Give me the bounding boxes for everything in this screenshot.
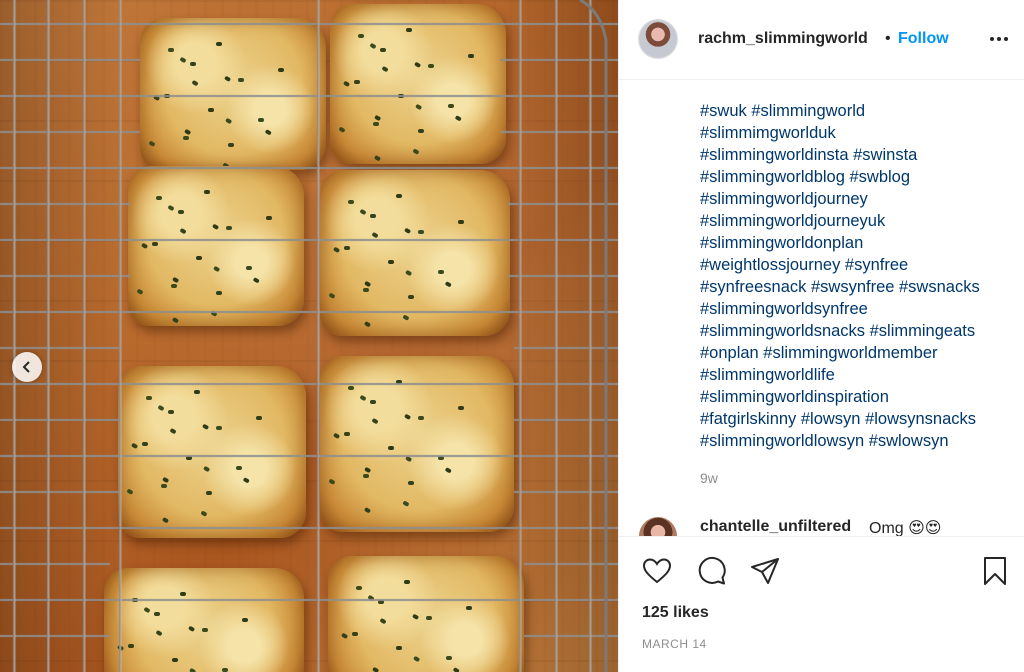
more-options-button[interactable] xyxy=(985,28,1013,50)
post-caption: #swuk #slimmingworld #slimmimgworlduk #s… xyxy=(700,100,1020,452)
post-side-panel: rachm_slimmingworld • Follow #swuk #slim… xyxy=(618,0,1024,672)
cooling-rack xyxy=(0,0,618,672)
hashtag-line[interactable]: #swuk #slimmingworld xyxy=(700,100,1020,122)
more-dot xyxy=(1004,37,1008,41)
hashtag-line[interactable]: #slimmingworldlowsyn #swlowsyn xyxy=(700,430,1020,452)
hashtag-line[interactable]: #fatgirlskinny #lowsyn #lowsynsnacks xyxy=(700,408,1020,430)
hashtag-line[interactable]: #onplan #slimmingworldmember xyxy=(700,342,1020,364)
hashtag-line[interactable]: #slimmingworldjourney xyxy=(700,188,1020,210)
chevron-left-icon xyxy=(22,361,30,373)
hashtag-line[interactable]: #slimmingworldjourneyuk xyxy=(700,210,1020,232)
hashtag-line[interactable]: #slimmingworldsynfree xyxy=(700,298,1020,320)
heart-icon[interactable] xyxy=(641,555,673,587)
author-username[interactable]: rachm_slimmingworld xyxy=(698,30,868,48)
hashtag-line[interactable]: #synfreesnack #swsynfree #swsnacks xyxy=(700,276,1020,298)
bookmark-icon[interactable] xyxy=(979,555,1011,587)
comment-text: Omg 😍😍 xyxy=(869,520,942,536)
likes-count[interactable]: 125 likes xyxy=(642,604,709,622)
commenter-avatar[interactable] xyxy=(639,517,677,536)
comments-area[interactable]: #swuk #slimmingworld #slimmimgworlduk #s… xyxy=(619,80,1024,536)
carousel-prev-button[interactable] xyxy=(12,352,42,382)
post-photo[interactable] xyxy=(0,0,618,672)
post-header: rachm_slimmingworld • Follow xyxy=(619,0,1024,80)
hashtag-line[interactable]: #slimmingworldblog #swblog xyxy=(700,166,1020,188)
hashtag-line[interactable]: #slimmimgworlduk xyxy=(700,122,1020,144)
more-dot xyxy=(997,37,1001,41)
hashtag-line[interactable]: #weightlossjourney #synfree xyxy=(700,254,1020,276)
follow-button[interactable]: Follow xyxy=(898,30,949,48)
commenter-username[interactable]: chantelle_unfiltered xyxy=(700,518,851,536)
hashtag-line[interactable]: #slimmingworldsnacks #slimmingeats xyxy=(700,320,1020,342)
post-date[interactable]: MARCH 14 xyxy=(642,637,707,651)
author-avatar[interactable] xyxy=(639,20,677,58)
header-separator: • xyxy=(885,30,891,47)
comment-icon[interactable] xyxy=(695,555,727,587)
hashtag-line[interactable]: #slimmingworldlife xyxy=(700,364,1020,386)
hashtag-line[interactable]: #slimmingworldinspiration xyxy=(700,386,1020,408)
post-actions: 125 likes MARCH 14 xyxy=(619,536,1024,672)
caption-age[interactable]: 9w xyxy=(700,470,718,486)
share-icon[interactable] xyxy=(749,555,781,587)
more-horizontal-icon xyxy=(990,37,994,41)
hashtag-line[interactable]: #slimmingworldinsta #swinsta xyxy=(700,144,1020,166)
hashtag-line[interactable]: #slimmingworldonplan xyxy=(700,232,1020,254)
